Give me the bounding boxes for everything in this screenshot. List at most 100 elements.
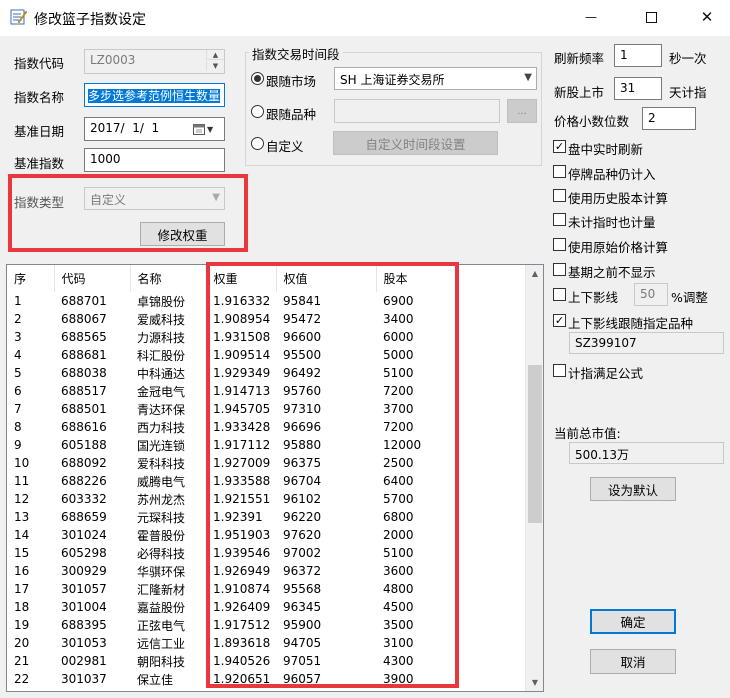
cell-index: 13	[14, 510, 30, 524]
custom-period-button: 自定义时间段设置	[333, 131, 498, 155]
index-name-input[interactable]: 多步选参考范例恒生数量	[84, 83, 225, 107]
cell-index: 17	[14, 582, 30, 596]
calendar-icon[interactable]: ▼	[193, 121, 221, 137]
chevron-down-icon: ▼	[212, 192, 220, 203]
ok-button[interactable]: 确定	[590, 609, 676, 634]
scroll-down-icon[interactable]: ▼	[526, 674, 543, 691]
base-index-input[interactable]: 1000	[84, 148, 225, 172]
follow-variety-radio[interactable]	[251, 105, 264, 118]
cell-name: 霍普股份	[137, 528, 186, 543]
cell-code: 002981	[61, 654, 107, 668]
new-stock-label: 新股上市	[554, 85, 605, 100]
cell-name: 威腾电气	[137, 474, 186, 489]
custom-time-radio[interactable]	[251, 137, 264, 150]
scrollbar-thumb[interactable]	[528, 365, 542, 523]
table-scrollbar[interactable]: ▲ ▼	[525, 265, 543, 691]
cell-index: 10	[14, 456, 30, 470]
market-value-label: 当前总市值:	[554, 426, 621, 441]
realtime-refresh-checkbox[interactable]: ✓	[553, 140, 566, 153]
variety-input	[334, 99, 500, 123]
decimal-places-input[interactable]: 2	[642, 107, 696, 130]
cell-index: 14	[14, 528, 30, 542]
shadow-adjust-label: 上下影线	[568, 290, 619, 305]
cell-name: 科汇股份	[137, 348, 186, 363]
formula-checkbox[interactable]	[553, 364, 566, 377]
maximize-button[interactable]	[628, 0, 674, 34]
cell-name: 必得科技	[137, 546, 186, 561]
market-select-value: SH 上海证券交易所	[340, 73, 445, 87]
cell-code: 688092	[61, 456, 107, 470]
cell-code: 688517	[61, 384, 107, 398]
original-price-checkbox[interactable]	[553, 238, 566, 251]
cell-name: 保立佳	[137, 672, 174, 687]
spin-down-icon[interactable]: ▼	[206, 61, 224, 71]
follow-shadow-code-field: SZ399107	[569, 332, 724, 354]
cell-code: 688226	[61, 474, 107, 488]
col-header-name[interactable]: 名称	[129, 265, 206, 292]
hide-before-base-checkbox[interactable]	[553, 263, 566, 276]
uncounted-volume-checkbox[interactable]	[553, 213, 566, 226]
maximize-icon	[645, 11, 657, 23]
uncounted-volume-label: 未计指时也计量	[568, 215, 656, 230]
cell-code: 688395	[61, 618, 107, 632]
refresh-input[interactable]: 1	[614, 44, 662, 67]
new-stock-input[interactable]: 31	[614, 77, 662, 100]
cell-name: 爱科科技	[137, 456, 186, 471]
refresh-unit: 秒一次	[669, 51, 707, 66]
cell-index: 1	[14, 294, 22, 308]
cell-name: 朝阳科技	[137, 654, 186, 669]
app-icon	[10, 8, 28, 26]
cell-index: 12	[14, 492, 30, 506]
hide-before-base-label: 基期之前不显示	[568, 265, 656, 280]
realtime-refresh-label: 盘中实时刷新	[568, 142, 644, 157]
browse-variety-button: ...	[507, 99, 537, 123]
cell-code: 301024	[61, 528, 107, 542]
index-name-label: 指数名称	[14, 90, 65, 105]
cell-index: 11	[14, 474, 30, 488]
cell-code: 688038	[61, 366, 107, 380]
shadow-adjust-checkbox[interactable]	[553, 288, 566, 301]
cell-index: 9	[14, 438, 22, 452]
cell-name: 远信工业	[137, 636, 186, 651]
market-value-value: 500.13万	[575, 448, 629, 462]
set-default-button[interactable]: 设为默认	[590, 477, 676, 501]
shadow-adjust-input: 50	[634, 283, 668, 306]
spin-up-icon[interactable]: ▲	[206, 50, 224, 60]
formula-label: 计指满足公式	[568, 366, 644, 381]
cell-code: 688501	[61, 402, 107, 416]
cell-name: 正弦电气	[137, 618, 186, 633]
cell-code: 301004	[61, 600, 107, 614]
suspended-included-checkbox[interactable]	[553, 165, 566, 178]
new-stock-unit: 天计指	[669, 85, 707, 100]
cell-code: 301057	[61, 582, 107, 596]
col-header-index[interactable]: 序	[7, 265, 54, 292]
close-icon: ✕	[700, 8, 714, 26]
decimal-places-value: 2	[648, 111, 656, 125]
cell-index: 7	[14, 402, 22, 416]
history-shares-checkbox[interactable]	[553, 189, 566, 202]
modify-weight-label: 修改权重	[157, 227, 208, 243]
scroll-up-icon[interactable]: ▲	[526, 265, 543, 282]
cell-code: 688616	[61, 420, 107, 434]
market-select[interactable]: SH 上海证券交易所 ▼	[334, 67, 537, 90]
cell-index: 8	[14, 420, 22, 434]
index-type-select: 自定义 ▼	[84, 187, 225, 210]
minimize-icon: —	[585, 10, 597, 24]
cell-code: 688681	[61, 348, 107, 362]
follow-shadow-checkbox[interactable]: ✓	[553, 314, 566, 327]
col-header-code[interactable]: 代码	[53, 265, 130, 292]
cell-name: 嘉益股份	[137, 600, 186, 615]
close-button[interactable]: ✕	[684, 0, 730, 34]
follow-variety-label: 跟随品种	[266, 107, 317, 122]
follow-market-radio[interactable]	[251, 72, 264, 85]
cell-code: 300929	[61, 564, 107, 578]
modify-weight-button[interactable]: 修改权重	[140, 222, 225, 246]
refresh-label: 刷新频率	[554, 51, 605, 66]
trade-time-group-title: 指数交易时间段	[249, 44, 343, 63]
cancel-button[interactable]: 取消	[590, 649, 676, 674]
original-price-label: 使用原始价格计算	[568, 240, 669, 255]
cell-code: 605298	[61, 546, 107, 560]
shadow-adjust-unit: %调整	[671, 290, 708, 305]
minimize-button[interactable]: —	[568, 0, 614, 34]
follow-shadow-code: SZ399107	[575, 336, 637, 350]
